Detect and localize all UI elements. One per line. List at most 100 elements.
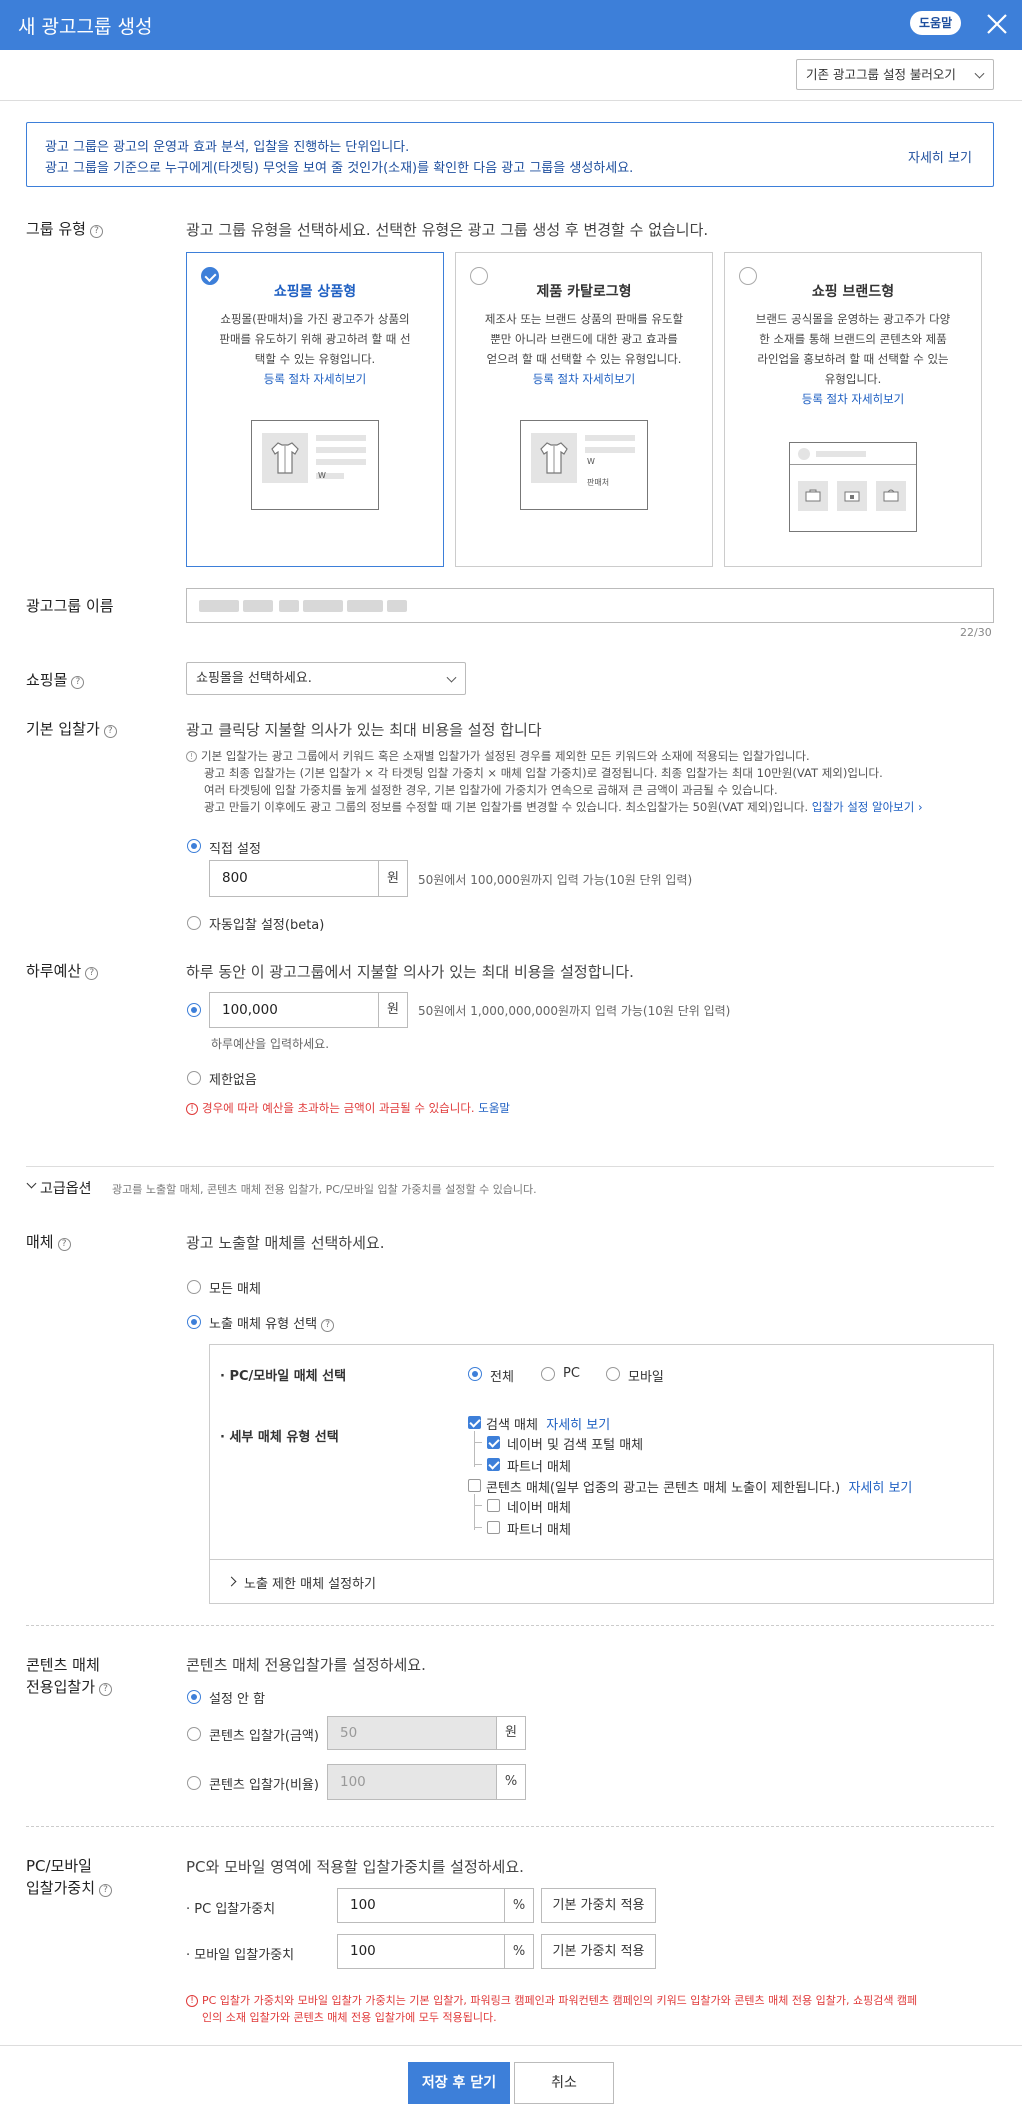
chevron-right-icon: [226, 1576, 237, 1587]
content-bid-amount-unit: 원: [497, 1716, 526, 1750]
mobile-apply-default-button[interactable]: 기본 가중치 적용: [541, 1934, 656, 1969]
exclude-media-toggle[interactable]: 노출 제한 매체 설정하기: [226, 1573, 376, 1592]
card-procedure-link[interactable]: 등록 절차 자세히보기: [474, 369, 694, 389]
media-all-radio[interactable]: [468, 1367, 482, 1381]
shirt-icon: [540, 442, 568, 474]
bid-setting-link[interactable]: 입찰가 설정 알아보기: [812, 800, 915, 814]
partner-media-checkbox[interactable]: [487, 1521, 500, 1534]
question-icon[interactable]: ?: [321, 1319, 335, 1332]
budget-help-link[interactable]: 도움말: [478, 1101, 510, 1115]
all-media-radio[interactable]: [187, 1280, 201, 1294]
card-shopping-brand[interactable]: 쇼핑 브랜드형 브랜드 공식몰을 운영하는 광고주가 다양 한 소재를 통해 브…: [724, 252, 982, 567]
question-icon[interactable]: ?: [99, 1683, 113, 1696]
question-icon[interactable]: ?: [99, 1884, 113, 1897]
info-icon: !: [186, 751, 197, 762]
partner-media-label: 파트너 매체: [507, 1523, 571, 1538]
info-more-link[interactable]: 자세히 보기: [908, 147, 972, 166]
chevron-down-icon: [974, 68, 985, 79]
content-media-text: 콘텐츠 매체(일부 업종의 광고는 콘텐츠 매체 노출이 제한됩니다.): [486, 1481, 841, 1496]
question-icon[interactable]: ?: [57, 1238, 71, 1251]
budget-unlimited-label: 제한없음: [209, 1073, 257, 1088]
content-media-link[interactable]: 자세히 보기: [848, 1481, 912, 1496]
mobile-weight-input[interactable]: 100: [337, 1934, 505, 1969]
auto-bid-radio[interactable]: [187, 916, 201, 930]
content-bid-amount-radio[interactable]: [187, 1727, 201, 1741]
question-icon[interactable]: ?: [103, 725, 117, 738]
search-media-link[interactable]: 자세히 보기: [546, 1418, 610, 1433]
info-box: 광고 그룹은 광고의 운영과 효과 분석, 입찰을 진행하는 단위입니다. 광고…: [26, 122, 994, 187]
modal-header: 새 광고그룹 생성 도움말: [0, 0, 1022, 50]
group-type-label: 그룹 유형?: [26, 218, 103, 239]
content-bid-none-radio[interactable]: [187, 1690, 201, 1704]
price-symbol: W: [587, 457, 595, 466]
partner-search-checkbox[interactable]: [487, 1458, 500, 1471]
chevron-right-icon: ›: [914, 800, 923, 814]
alert-icon: !: [186, 1103, 198, 1115]
auto-bid-label: 자동입찰 설정(beta): [209, 918, 325, 933]
card-desc-line: 제조사 또는 브랜드 상품의 판매를 유도할: [484, 312, 684, 326]
media-pc-label: PC: [563, 1366, 580, 1381]
select-media-type-text: 노출 매체 유형 선택: [209, 1317, 318, 1332]
shopping-mall-label: 쇼핑몰?: [26, 669, 85, 690]
cancel-button[interactable]: 취소: [514, 2062, 614, 2104]
naver-search-checkbox[interactable]: [487, 1436, 500, 1449]
budget-unlimited-radio[interactable]: [187, 1071, 201, 1085]
search-media-checkbox[interactable]: [468, 1416, 481, 1429]
select-media-type-radio[interactable]: [187, 1315, 201, 1329]
info-line-2: 광고 그룹을 기준으로 누구에게(타겟팅) 무엇을 보여 줄 것인가(소재)를 …: [45, 161, 634, 176]
card-title: 쇼핑 브랜드형: [811, 284, 895, 300]
card-procedure-link[interactable]: 등록 절차 자세히보기: [743, 389, 963, 409]
group-name-label: 광고그룹 이름: [26, 597, 114, 615]
weight-desc: PC와 모바일 영역에 적용할 입찰가중치를 설정하세요.: [186, 1858, 524, 1876]
all-media-label: 모든 매체: [209, 1282, 261, 1297]
detail-media-text: 세부 매체 유형 선택: [229, 1430, 339, 1445]
advanced-desc: 광고를 노출할 매체, 콘텐츠 매체 전용 입찰가, PC/모바일 입찰 가중치…: [112, 1183, 537, 1196]
content-bid-amount-input[interactable]: 50: [327, 1716, 497, 1750]
group-name-input[interactable]: [186, 588, 994, 623]
exclude-media-label: 노출 제한 매체 설정하기: [244, 1577, 376, 1592]
content-bid-ratio-input[interactable]: 100: [327, 1764, 497, 1800]
pc-weight-unit: %: [505, 1888, 534, 1923]
content-media-label: 콘텐츠 매체(일부 업종의 광고는 콘텐츠 매체 노출이 제한됩니다.) 자세히…: [486, 1477, 912, 1496]
search-media-label: 검색 매체 자세히 보기: [486, 1414, 610, 1433]
content-bid-ratio-radio[interactable]: [187, 1776, 201, 1790]
media-label-text: 매체: [26, 1233, 54, 1251]
card-desc-line: 한 소재를 통해 브랜드의 콘텐츠와 제품: [759, 332, 947, 346]
budget-warning-text: 경우에 따라 예산을 초과하는 금액이 과금될 수 있습니다.: [202, 1101, 475, 1115]
weight-warning-line: 인의 소재 입찰가와 콘텐츠 매체 전용 입찰가에 모두 적용됩니다.: [202, 2011, 497, 2024]
budget-amount-radio[interactable]: [187, 1003, 201, 1017]
question-icon[interactable]: ?: [85, 967, 99, 980]
card-procedure-link[interactable]: 등록 절차 자세히보기: [205, 369, 425, 389]
content-media-checkbox[interactable]: [468, 1479, 481, 1492]
pc-weight-input[interactable]: 100: [337, 1888, 505, 1923]
seller-label: 판매처: [587, 478, 610, 487]
manual-bid-label: 직접 설정: [209, 842, 261, 857]
save-close-button[interactable]: 저장 후 닫기: [408, 2062, 510, 2104]
price-symbol: W: [318, 471, 326, 480]
card-shopping-product[interactable]: 쇼핑몰 상품형 쇼핑몰(판매처)을 가진 광고주가 상품의 판매를 유도하기 위…: [186, 252, 444, 567]
help-button[interactable]: 도움말: [910, 11, 962, 35]
shopping-mall-dropdown[interactable]: 쇼핑몰을 선택하세요.: [186, 662, 466, 695]
media-type-panel: · PC/모바일 매체 선택 전체 PC 모바일 · 세부 매체 유형 선택 검…: [209, 1344, 994, 1604]
media-mobile-radio[interactable]: [606, 1367, 620, 1381]
lock-bag-icon: [844, 491, 860, 502]
load-existing-dropdown[interactable]: 기존 광고그룹 설정 불러오기: [796, 59, 994, 90]
base-bid-input[interactable]: 800: [209, 860, 379, 897]
card-desc-line: 라인업을 홍보하려 할 때 선택할 수 있는: [757, 352, 949, 366]
naver-media-checkbox[interactable]: [487, 1499, 500, 1512]
card-description: 브랜드 공식몰을 운영하는 광고주가 다양 한 소재를 통해 브랜드의 콘텐츠와…: [743, 309, 963, 409]
note-line: 광고 최종 입찰가는 (기본 입찰가 × 각 타겟팅 입찰 가중치 × 매체 입…: [204, 766, 883, 780]
group-type-desc: 광고 그룹 유형을 선택하세요. 선택한 유형은 광고 그룹 생성 후 변경할 …: [186, 221, 709, 239]
content-bid-ratio-label: 콘텐츠 입찰가(비율): [209, 1778, 319, 1793]
media-all-label: 전체: [490, 1370, 514, 1385]
media-pc-radio[interactable]: [541, 1367, 555, 1381]
close-icon[interactable]: [983, 10, 1011, 38]
manual-bid-radio[interactable]: [187, 839, 201, 853]
daily-budget-desc: 하루 동안 이 광고그룹에서 지불할 의사가 있는 최대 비용을 설정합니다.: [186, 963, 634, 981]
question-icon[interactable]: ?: [71, 676, 85, 689]
question-icon[interactable]: ?: [89, 225, 103, 238]
advanced-toggle[interactable]: 고급옵션: [26, 1178, 92, 1198]
pc-apply-default-button[interactable]: 기본 가중치 적용: [541, 1888, 656, 1923]
daily-budget-input[interactable]: 100,000: [209, 992, 379, 1028]
card-product-catalog[interactable]: 제품 카탈로그형 제조사 또는 브랜드 상품의 판매를 유도할 뿐만 아니라 브…: [455, 252, 713, 567]
